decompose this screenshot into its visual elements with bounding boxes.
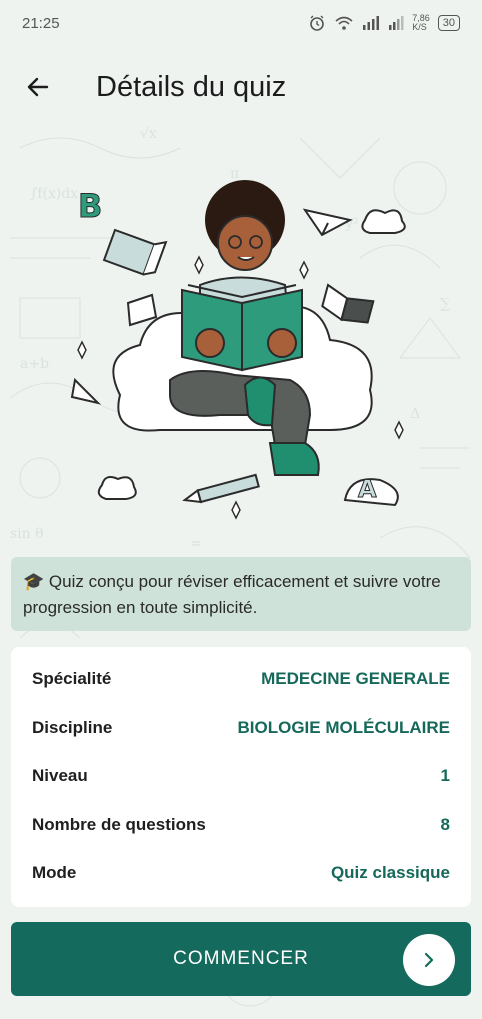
detail-row-discipline: Discipline BIOLOGIE MOLÉCULAIRE <box>32 704 450 753</box>
svg-text:A: A <box>358 475 377 503</box>
svg-text:a+b: a+b <box>20 356 49 372</box>
battery-icon: 30 <box>437 15 460 31</box>
status-icons: 7,86 K/S 30 <box>308 14 460 32</box>
letter-a-doodle: A <box>343 475 399 507</box>
alarm-icon <box>310 15 325 31</box>
svg-text:∑: ∑ <box>440 296 450 312</box>
shoe-left <box>243 376 277 427</box>
start-button-label: COMMENCER <box>173 948 309 969</box>
status-bar: 21:25 7,86 K/S 30 <box>0 0 482 46</box>
small-cloud-doodle <box>361 209 406 234</box>
svg-text:=: = <box>190 536 202 552</box>
open-book-doodle <box>321 283 375 324</box>
detail-label: Niveau <box>32 766 88 786</box>
detail-row-specialite: Spécialité MEDECINE GENERALE <box>32 655 450 704</box>
detail-row-nombre-questions: Nombre de questions 8 <box>32 801 450 850</box>
svg-text:√x: √x <box>140 126 157 142</box>
detail-row-mode: Mode Quiz classique <box>32 849 450 898</box>
flying-book-doodle <box>102 228 168 276</box>
info-banner: 🎓 Quiz conçu pour réviser efficacement e… <box>11 557 471 631</box>
face <box>217 215 273 271</box>
shoe-right <box>268 442 320 476</box>
arrow-left-icon <box>27 77 49 97</box>
chevron-right-icon <box>403 934 455 986</box>
paper-sheet-doodle <box>126 293 158 327</box>
svg-text:sin θ: sin θ <box>10 526 44 542</box>
pencil-doodle <box>182 473 260 504</box>
start-quiz-button[interactable]: COMMENCER <box>11 922 471 996</box>
detail-value: MEDECINE GENERALE <box>261 669 450 689</box>
signal-icon-2 <box>389 16 404 30</box>
legs <box>169 370 312 446</box>
page-title: Détails du quiz <box>96 70 287 103</box>
letter-b-doodle: B <box>78 187 102 225</box>
back-button[interactable] <box>18 67 58 107</box>
detail-label: Mode <box>32 863 77 883</box>
detail-value: 8 <box>440 814 450 834</box>
detail-value: 1 <box>440 766 450 786</box>
graduation-cap-icon: 🎓 <box>23 572 45 591</box>
wifi-icon <box>335 16 353 30</box>
status-time: 21:25 <box>22 14 60 32</box>
detail-row-niveau: Niveau 1 <box>32 752 450 801</box>
info-banner-text: Quiz conçu pour réviser efficacement et … <box>23 572 441 617</box>
small-cloud-doodle-2 <box>97 476 137 500</box>
quiz-details-card: Spécialité MEDECINE GENERALE Discipline … <box>11 647 471 907</box>
detail-label: Spécialité <box>32 669 112 689</box>
paper-plane-doodle-2 <box>70 377 102 405</box>
detail-value: Quiz classique <box>330 863 450 883</box>
detail-value: BIOLOGIE MOLÉCULAIRE <box>237 717 451 737</box>
detail-label: Discipline <box>32 717 113 737</box>
network-speed: 7,86 K/S <box>412 14 430 32</box>
signal-icon <box>363 16 380 30</box>
paper-plane-doodle <box>302 208 353 237</box>
network-speed-unit: K/S <box>412 22 427 32</box>
app-bar: Détails du quiz <box>0 58 482 116</box>
detail-label: Nombre de questions <box>32 814 206 834</box>
student-reading-illustration: B A <box>70 180 406 520</box>
